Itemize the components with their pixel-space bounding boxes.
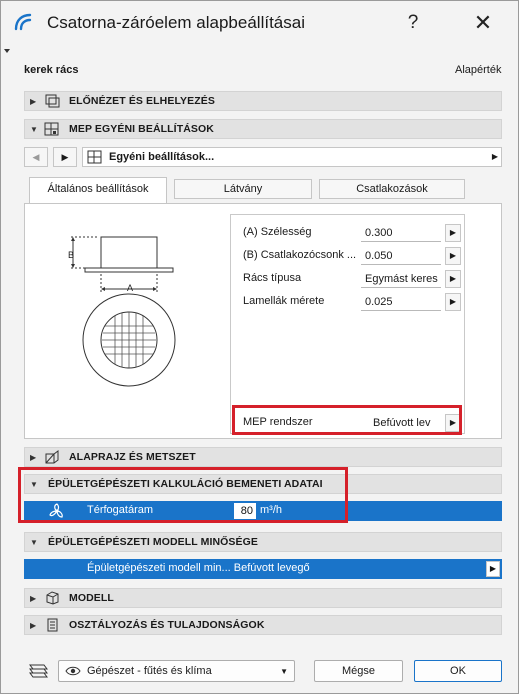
corner-arrow-icon (4, 49, 10, 53)
plan-section-icon (45, 450, 59, 464)
expanded-arrow-icon: ▼ (30, 538, 38, 547)
next-button[interactable]: ▶ (53, 147, 77, 167)
panel-label: MEP EGYÉNI BEÁLLÍTÁSOK (69, 123, 214, 135)
panel-model-quality[interactable]: ▼ ÉPÜLETGÉPÉSZETI MODELL MINŐSÉGE (24, 532, 502, 552)
param-grille-type-input[interactable]: Egymást keres (361, 270, 441, 288)
collapsed-arrow-icon: ▶ (30, 594, 37, 603)
param-arrow-icon[interactable]: ▶ (445, 293, 461, 311)
param-label: Rács típusa (243, 272, 302, 284)
title-bar: Csatorna-záróelem alapbeállításai ? ✕ (1, 1, 518, 45)
tab-appearance[interactable]: Látvány (174, 179, 312, 199)
highlight-calc-input (18, 467, 348, 523)
panel-label: OSZTÁLYOZÁS ÉS TULAJDONSÁGOK (69, 619, 265, 631)
model-quality-row[interactable]: Épületgépészeti modell min... Befúvott l… (24, 559, 502, 579)
expanded-arrow-icon: ▼ (30, 125, 38, 134)
settings-navigator: ◀ ▶ Egyéni beállítások... ▶ (24, 146, 502, 168)
dialog-window: Csatorna-záróelem alapbeállításai ? ✕ ke… (0, 0, 519, 694)
panel-plan-section[interactable]: ▶ ALAPRAJZ ÉS METSZET (24, 447, 502, 467)
panel-label: MODELL (69, 592, 114, 604)
custom-settings-value: Egyéni beállítások... (109, 151, 215, 163)
help-button[interactable]: ? (395, 7, 431, 39)
archicad-logo-icon (14, 13, 32, 31)
param-louver-input[interactable]: 0.025 (361, 293, 441, 311)
param-width-row: (A) Szélesség 0.300 ▶ (243, 224, 465, 242)
param-grille-type-row: Rács típusa Egymást keres ▶ (243, 270, 465, 288)
panel-label: ELŐNÉZET ÉS ELHELYEZÉS (69, 95, 215, 107)
model-cube-icon (46, 591, 59, 605)
layer-select-value: Gépészet - fűtés és klíma (87, 665, 212, 677)
param-arrow-icon[interactable]: ▶ (445, 224, 461, 242)
param-arrow-icon[interactable]: ▶ (445, 270, 461, 288)
panel-label: ALAPRAJZ ÉS METSZET (69, 451, 196, 463)
param-connector-row: (B) Csatlakozócsonk ... 0.050 ▶ (243, 247, 465, 265)
panel-model[interactable]: ▶ MODELL (24, 588, 502, 608)
window-title: Csatorna-záróelem alapbeállításai (47, 13, 305, 32)
model-quality-arrow-icon[interactable]: ▶ (486, 561, 500, 577)
mep-settings-icon (44, 122, 59, 136)
document-list-icon (47, 618, 58, 632)
collapsed-arrow-icon: ▶ (30, 453, 37, 462)
layer-select[interactable]: Gépészet - fűtés és klíma ▼ (58, 660, 295, 682)
panel-mep-custom[interactable]: ▼ MEP EGYÉNI BEÁLLÍTÁSOK (24, 119, 502, 139)
mep-settings-icon (87, 150, 102, 164)
dimension-label-a: A (127, 283, 134, 293)
selection-name: kerek rács (24, 64, 79, 76)
param-label: (B) Csatlakozócsonk ... (243, 249, 357, 261)
param-width-input[interactable]: 0.300 (361, 224, 441, 242)
param-arrow-icon[interactable]: ▶ (445, 247, 461, 265)
cancel-button[interactable]: Mégse (314, 660, 403, 682)
param-louver-row: Lamellák mérete 0.025 ▶ (243, 293, 465, 311)
dropdown-arrow-icon: ▶ (491, 152, 498, 161)
close-button[interactable]: ✕ (463, 7, 503, 39)
default-button[interactable]: Alapérték (455, 64, 501, 76)
eye-icon (65, 666, 81, 676)
param-connector-input[interactable]: 0.050 (361, 247, 441, 265)
param-label: (A) Szélesség (243, 226, 312, 238)
ok-button[interactable]: OK (414, 660, 502, 682)
panel-label: ÉPÜLETGÉPÉSZETI MODELL MINŐSÉGE (48, 536, 259, 548)
panel-classification[interactable]: ▶ OSZTÁLYOZÁS ÉS TULAJDONSÁGOK (24, 615, 502, 635)
highlight-mep-system (232, 405, 462, 435)
chevron-down-icon: ▼ (280, 667, 288, 676)
collapsed-arrow-icon: ▶ (30, 621, 37, 630)
collapsed-arrow-icon: ▶ (30, 97, 37, 106)
tab-connections[interactable]: Csatlakozások (319, 179, 465, 199)
param-label: Lamellák mérete (243, 295, 325, 307)
panel-preview[interactable]: ▶ ELŐNÉZET ÉS ELHELYEZÉS (24, 91, 502, 111)
layer-stack-icon[interactable] (26, 661, 50, 679)
dimension-label-b: B (68, 250, 75, 260)
tab-general[interactable]: Általános beállítások (29, 177, 167, 204)
custom-settings-select[interactable]: Egyéni beállítások... ▶ (82, 147, 502, 167)
previous-button[interactable]: ◀ (24, 147, 48, 167)
model-quality-value: Épületgépészeti modell min... Befúvott l… (87, 562, 310, 574)
preview-placement-icon (45, 94, 60, 108)
grille-diagram (71, 236, 176, 387)
